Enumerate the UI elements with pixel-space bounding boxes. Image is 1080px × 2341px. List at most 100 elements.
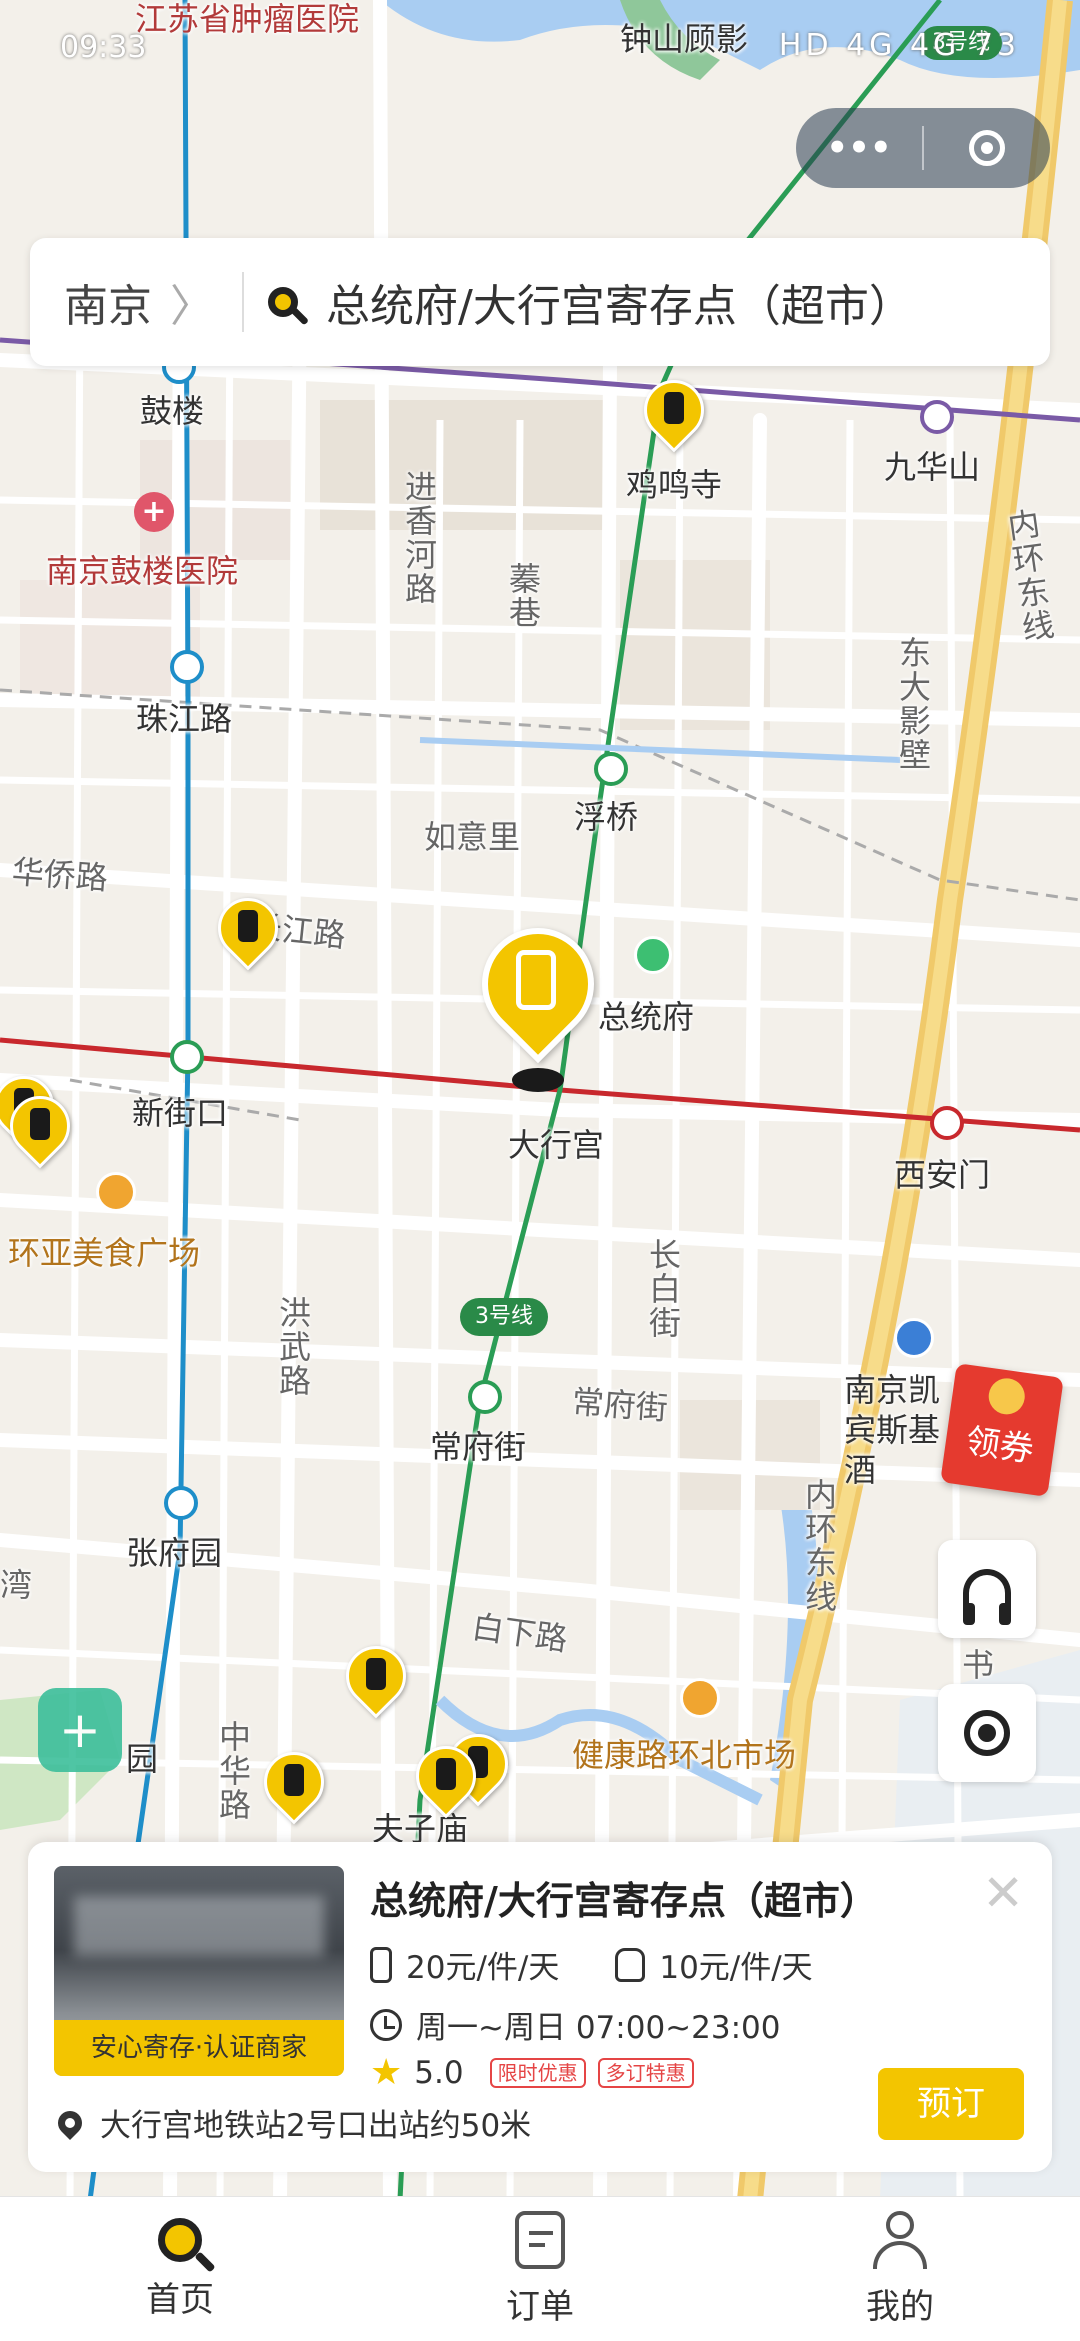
suitcase-icon <box>370 1946 392 1983</box>
close-miniprogram-button[interactable] <box>924 130 1050 166</box>
locate-me-button[interactable] <box>938 1684 1036 1782</box>
tab-profile-label: 我的 <box>866 2286 934 2327</box>
city-selector[interactable]: 南京 <box>64 270 152 334</box>
station-jiuhuashan-marker <box>920 400 954 434</box>
map-label-shu: 书 <box>962 1646 995 1684</box>
headset-icon <box>963 1569 1011 1625</box>
star-icon: ★ <box>370 2052 403 2093</box>
map-label-huaqiaolu: 华侨路 <box>10 852 110 898</box>
rating-row: ★ 5.0 限时优惠 多订特惠 <box>370 2052 694 2093</box>
tab-orders[interactable]: 订单 <box>360 2197 720 2341</box>
map-label-jinxianghe: 进香河路 <box>400 470 438 606</box>
promo-badge-limited: 限时优惠 <box>489 2057 586 2088</box>
order-icon <box>515 2210 565 2269</box>
hotel-poi-icon <box>894 1318 934 1358</box>
map-label-jiankanglu: 健康路环北市场 <box>572 1736 797 1774</box>
station-zhujianglu-marker <box>170 650 204 684</box>
search-icon <box>158 2217 202 2262</box>
storage-pin-xinjiekou-west-2[interactable] <box>0 1083 83 1176</box>
tab-home[interactable]: 首页 <box>0 2197 360 2341</box>
storage-pin-fuzimiao-2[interactable] <box>403 1733 489 1826</box>
search-icon <box>268 287 298 317</box>
bottom-tab-bar: 首页 订单 我的 <box>0 2196 1080 2341</box>
map-label-qinxiang: 蓁巷 <box>504 562 542 630</box>
status-icons: HD 4G 4G 73 <box>778 28 1020 63</box>
search-input[interactable]: 总统府/大行宫寄存点（超市） <box>326 270 913 334</box>
map-label-inner-ring-east2: 内环东线 <box>800 1478 838 1614</box>
price-bag: 10元/件/天 <box>659 1950 813 1986</box>
price-suitcase: 20元/件/天 <box>406 1950 560 1986</box>
map-label-changfujie-road: 常府街 <box>570 1382 670 1428</box>
storage-pin-changjianglu[interactable] <box>205 885 291 978</box>
tab-orders-label: 订单 <box>506 2286 574 2327</box>
map-label-changfujie-station: 常府街 <box>430 1428 527 1466</box>
search-bar: 南京 〉 总统府/大行宫寄存点（超市） <box>30 238 1050 366</box>
miniprogram-capsule: ••• <box>796 108 1050 188</box>
station-fuqiao-marker <box>594 752 628 786</box>
chevron-right-icon[interactable]: 〉 <box>170 270 214 334</box>
station-xianmen-marker <box>930 1106 964 1140</box>
opening-hours: 周一~周日 07:00~23:00 <box>416 2010 781 2046</box>
map-label-xianmen: 西安门 <box>894 1156 991 1194</box>
storage-pin-zhonghualu[interactable] <box>251 1739 337 1832</box>
status-bar: 09:33 HD 4G 4G 73 <box>0 0 1080 100</box>
map-label-ruyili: 如意里 <box>424 818 521 856</box>
storage-pin-baixialu[interactable] <box>333 1633 419 1726</box>
certified-merchant-tag: 安心寄存·认证商家 <box>54 2020 344 2076</box>
coupon-label: 领券 <box>963 1421 1037 1471</box>
storage-info-card[interactable]: 安心寄存·认证商家 总统府/大行宫寄存点（超市） ✕ 20元/件/天 10元/件… <box>28 1842 1052 2172</box>
promo-badge-multi: 多订特惠 <box>597 2057 694 2088</box>
map-label-zhonghualu: 中华路 <box>214 1720 252 1822</box>
map-label-fuqiao: 浮桥 <box>574 798 639 836</box>
target-icon <box>969 130 1005 166</box>
more-menu-button[interactable]: ••• <box>796 128 922 168</box>
map-label-gulou: 鼓楼 <box>140 392 205 430</box>
map-label-zongtongfu: 总统府 <box>598 998 695 1036</box>
station-xinjiekou-marker <box>170 1040 204 1074</box>
storage-pin-jimingsi[interactable] <box>631 367 717 460</box>
map-label-kempinski: 南京凯宾斯基酒 <box>844 1371 941 1489</box>
location-pin-icon <box>53 2105 87 2140</box>
camera-poi-icon <box>634 936 672 974</box>
status-time: 09:33 <box>60 30 147 65</box>
map-label-yuan: 园 <box>126 1740 159 1778</box>
coupon-coin-icon <box>986 1376 1028 1417</box>
map-label-wan: 湾 <box>0 1566 33 1604</box>
tab-profile[interactable]: 我的 <box>720 2197 1080 2341</box>
locate-icon <box>964 1710 1010 1756</box>
map-label-dongda: 东大影壁 <box>894 636 932 772</box>
line3-badge: 3号线 <box>460 1298 548 1336</box>
price-row: 20元/件/天 10元/件/天 <box>370 1942 813 1987</box>
map-label-changbaijie: 长白街 <box>644 1238 682 1340</box>
map-label-zhujianglu: 珠江路 <box>136 700 233 738</box>
rating-value: 5.0 <box>414 2054 464 2091</box>
address-row: 大行宫地铁站2号口出站约50米 <box>53 2100 532 2145</box>
map-label-gulou-hospital: 南京鼓楼医院 <box>46 552 239 590</box>
market-poi-icon <box>680 1678 720 1718</box>
store-address: 大行宫地铁站2号口出站约50米 <box>100 2108 532 2144</box>
close-card-button[interactable]: ✕ <box>982 1864 1024 1922</box>
user-icon <box>873 2210 927 2269</box>
backpack-icon <box>615 1947 646 1982</box>
map-label-hongwulu: 洪武路 <box>274 1296 312 1398</box>
food-poi-icon <box>96 1172 136 1212</box>
map-label-jiuhuashan: 九华山 <box>884 448 981 486</box>
station-zhangfuyuan-marker <box>164 1486 198 1520</box>
hospital-icon: + <box>134 492 174 532</box>
map-label-zhangfuyuan: 张府园 <box>126 1534 223 1572</box>
store-photo-blur <box>74 1896 324 1956</box>
book-button[interactable]: 预订 <box>878 2068 1024 2140</box>
coupon-button[interactable]: 领券 <box>940 1363 1064 1497</box>
map-label-huanya: 环亚美食广场 <box>8 1234 201 1272</box>
store-title: 总统府/大行宫寄存点（超市） <box>370 1879 878 1923</box>
station-changfujie-marker <box>468 1380 502 1414</box>
store-photo: 安心寄存·认证商家 <box>54 1866 344 2076</box>
map-label-jimingsi: 鸡鸣寺 <box>626 466 723 504</box>
hours-row: 周一~周日 07:00~23:00 <box>370 2002 780 2047</box>
selected-storage-pin[interactable] <box>458 904 618 1108</box>
search-divider <box>242 272 244 332</box>
shield-plus-button[interactable]: + <box>38 1688 122 1772</box>
tab-home-label: 首页 <box>146 2279 214 2320</box>
customer-service-button[interactable] <box>938 1540 1036 1638</box>
map-label-daxinggong: 大行宫 <box>508 1126 605 1164</box>
